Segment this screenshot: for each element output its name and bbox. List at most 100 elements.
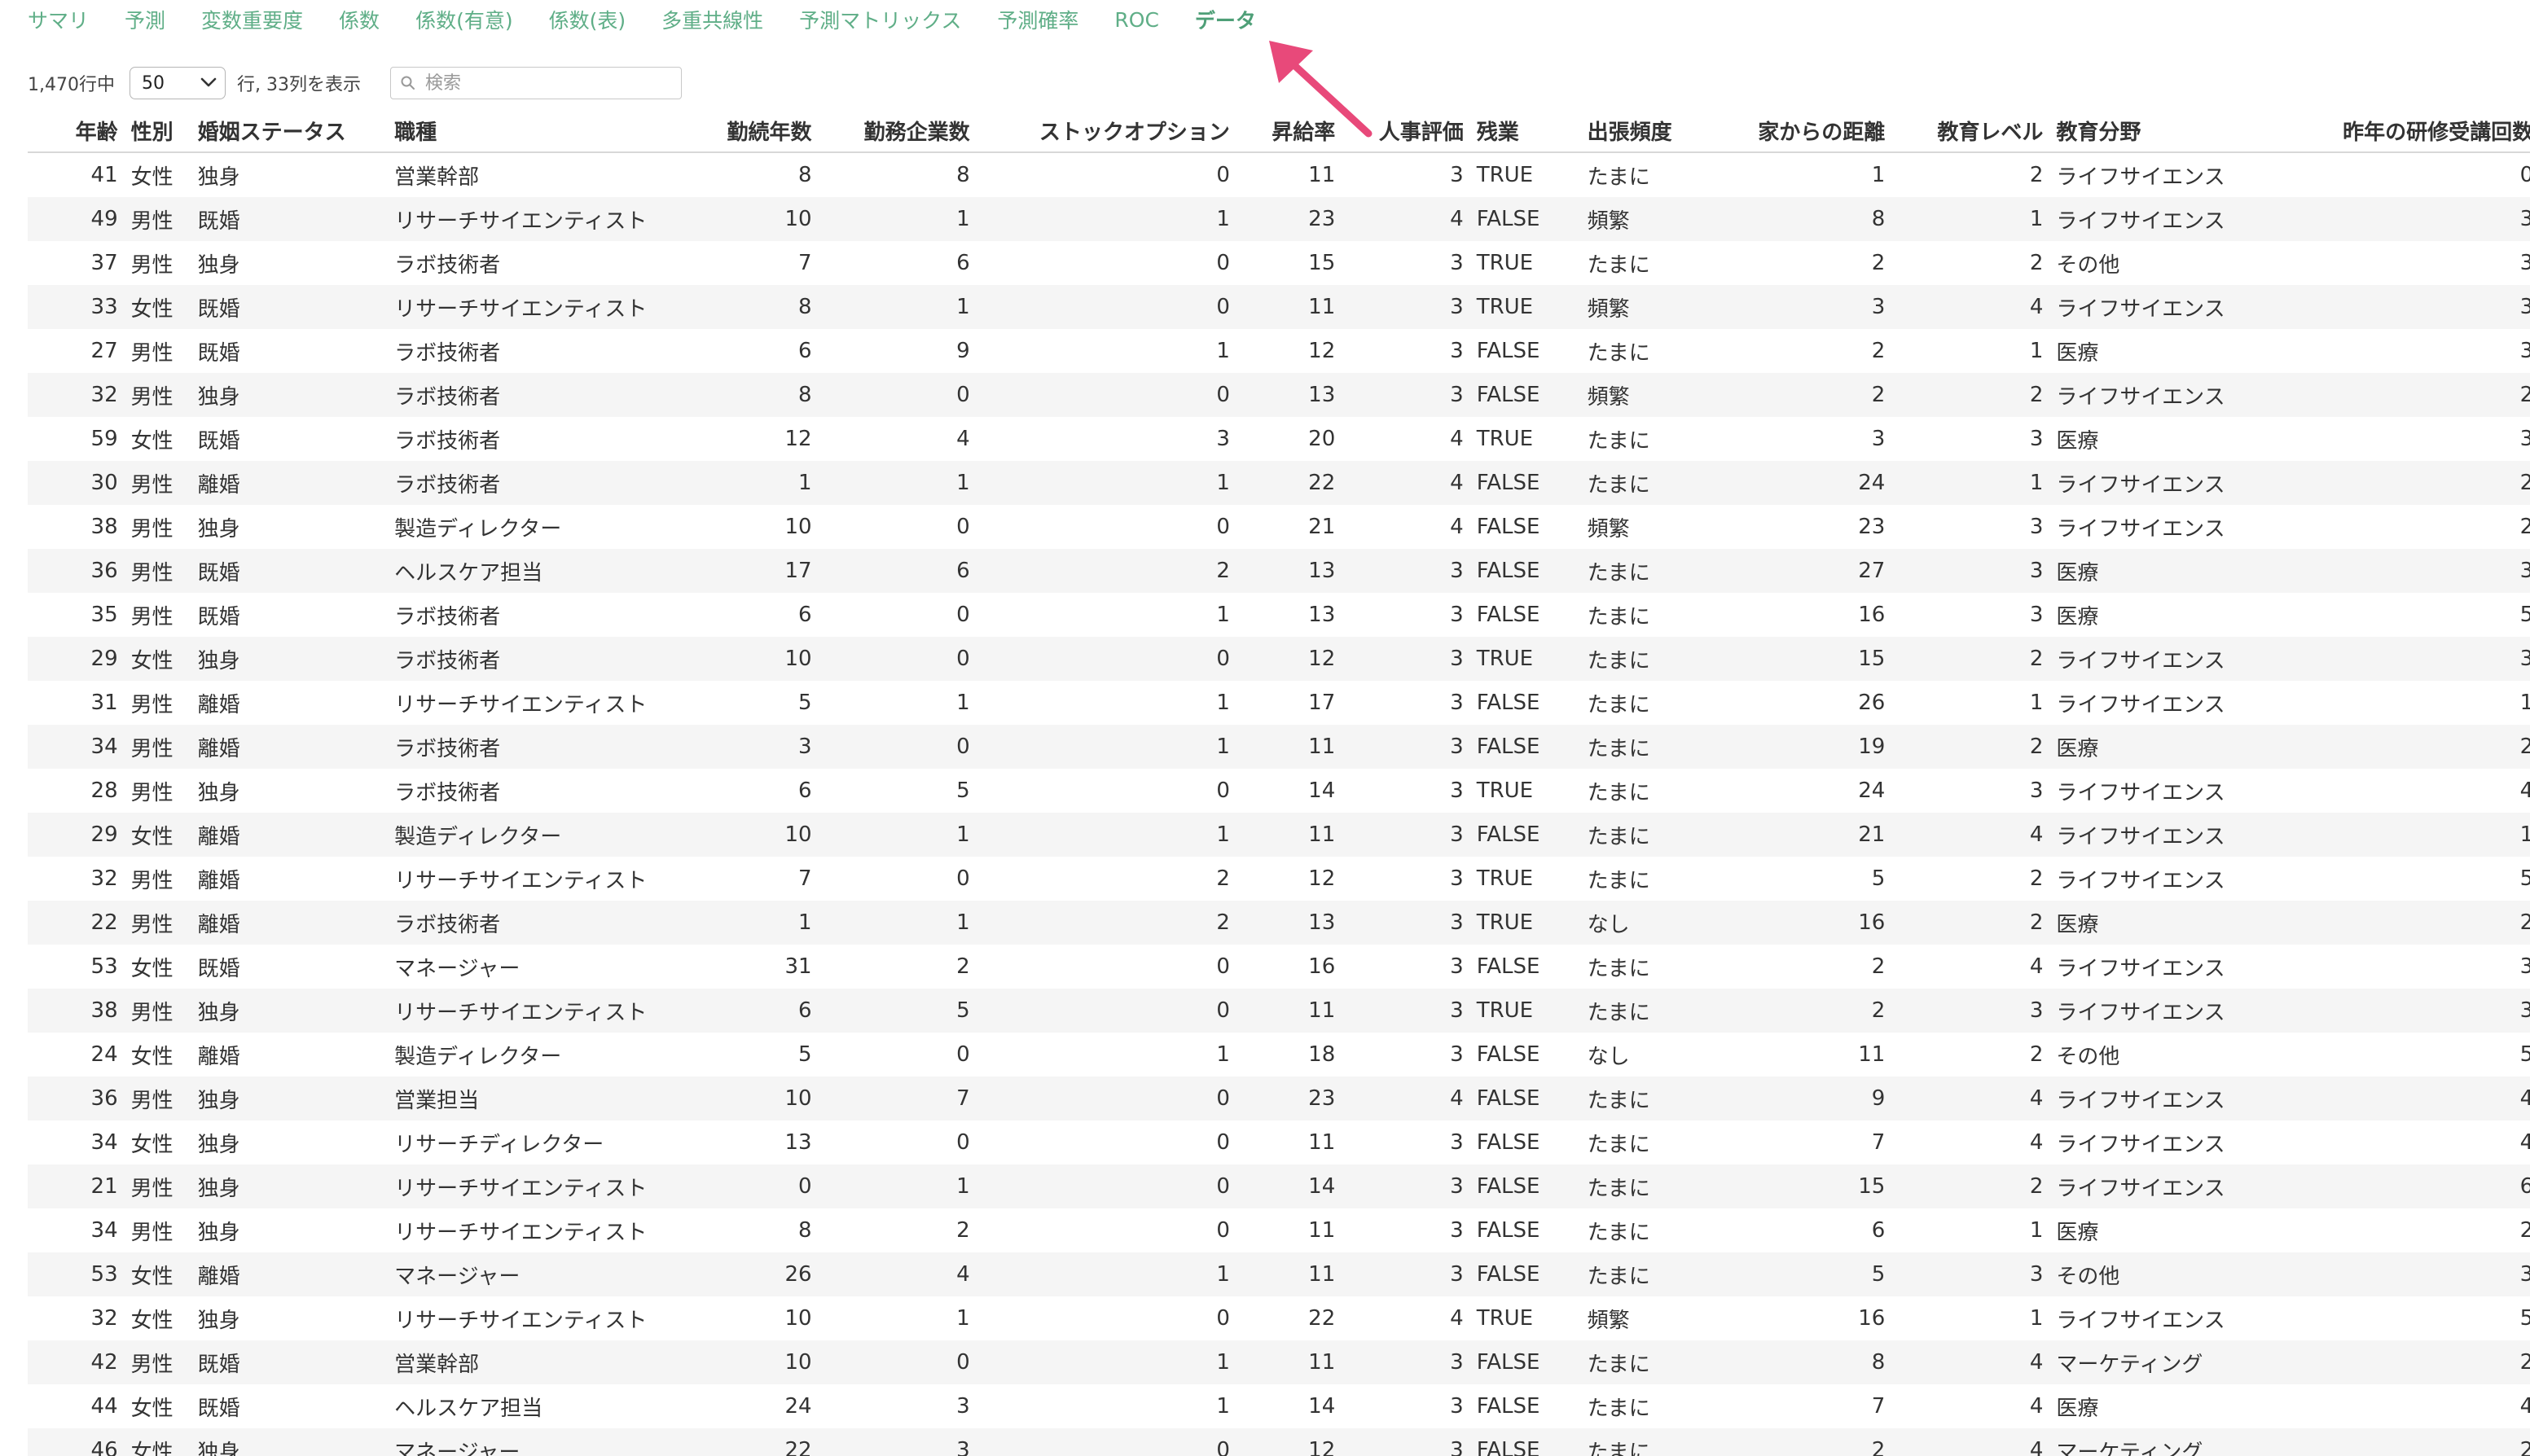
column-header[interactable]: 年齢 <box>28 109 125 153</box>
column-header[interactable]: 昨年の研修受講回数 <box>2282 109 2530 153</box>
table-cell: 49 <box>28 197 125 241</box>
page-size-select[interactable]: 50 <box>129 67 226 99</box>
table-cell: 女性 <box>130 956 173 981</box>
table-cell: FALSE <box>1469 813 1581 857</box>
column-header[interactable]: ストックオプション <box>976 109 1236 153</box>
column-header[interactable]: 勤務企業数 <box>818 109 977 153</box>
table-cell: 1 <box>1216 1394 1230 1419</box>
table-cell: 0 <box>1216 163 1230 187</box>
tab-10[interactable]: データ <box>1195 5 1256 34</box>
table-cell: 3 <box>1450 954 1464 979</box>
search-box[interactable] <box>389 67 682 99</box>
table-cell: 32 <box>90 866 118 891</box>
tab-3[interactable]: 係数 <box>339 5 380 34</box>
table-cell: ラボ技術者 <box>388 373 687 417</box>
tab-8[interactable]: 予測確率 <box>997 5 1078 34</box>
table-cell: 男性 <box>124 989 191 1033</box>
table-cell: 12 <box>784 427 812 451</box>
table-cell: ラボ技術者 <box>394 604 501 629</box>
total-rows-label: 1,470行中 <box>28 75 115 95</box>
table-cell: 2 <box>2282 1340 2530 1384</box>
table-cell: 11 <box>1236 1252 1342 1296</box>
column-header[interactable]: 職種 <box>388 109 687 153</box>
table-cell: TRUE <box>1476 778 1534 803</box>
search-input[interactable] <box>423 72 671 94</box>
column-header[interactable]: 教育レベル <box>1891 109 2050 153</box>
table-cell: FALSE <box>1476 1394 1540 1419</box>
column-header[interactable]: 勤続年数 <box>686 109 819 153</box>
tab-7[interactable]: 予測マトリックス <box>799 5 961 34</box>
table-cell: 44 <box>90 1394 118 1419</box>
table-cell: 11 <box>1308 1218 1336 1243</box>
table-cell: 0 <box>1216 515 1230 539</box>
data-table-container[interactable]: 年齢 性別 婚姻ステータス 職種 勤続年数 勤務企業数 ストックオプション 昇給率 人事評価 残業… <box>28 109 2530 1456</box>
table-cell: 4 <box>2029 1394 2044 1419</box>
table-cell: 離婚 <box>191 901 389 945</box>
table-cell: 男性 <box>124 1164 191 1208</box>
tab-6[interactable]: 多重共線性 <box>661 5 763 34</box>
table-cell: 4 <box>1450 1306 1464 1331</box>
table-row: 22 男性 離婚 ラボ技術者 1 1 2 13 3 TRUE なし 16 2 医療 2 <box>28 901 2530 945</box>
table-cell: 既婚 <box>197 1396 240 1421</box>
tab-9[interactable]: ROC <box>1114 8 1159 32</box>
table-cell: 53 <box>90 954 118 979</box>
column-header[interactable]: 人事評価 <box>1342 109 1470 153</box>
table-cell: ラボ技術者 <box>388 725 687 769</box>
tab-1[interactable]: 予測 <box>125 5 165 34</box>
table-cell: 1 <box>976 1340 1236 1384</box>
tab-5[interactable]: 係数(表) <box>549 5 626 34</box>
column-header[interactable]: 家からの距離 <box>1714 109 1892 153</box>
table-cell: 1 <box>686 901 819 945</box>
table-cell: 27 <box>1714 549 1892 593</box>
table-cell: たまに <box>1587 1220 1650 1245</box>
table-cell: リサーチサイエンティスト <box>388 197 687 241</box>
table-cell: 16 <box>1714 901 1892 945</box>
table-cell: 製造ディレクター <box>388 813 687 857</box>
table-row: 46 女性 独身 マネージャー 22 3 0 12 3 FALSE たまに 2 4 マーケティング 2 <box>28 1428 2530 1456</box>
table-cell: 11 <box>1858 1042 1886 1067</box>
table-cell: FALSE <box>1476 603 1540 627</box>
table-cell: 53 <box>28 1252 125 1296</box>
column-header[interactable]: 昇給率 <box>1236 109 1342 153</box>
table-cell: たまに <box>1580 1428 1715 1456</box>
table-cell: 男性 <box>130 780 173 805</box>
table-cell: FALSE <box>1476 691 1540 715</box>
table-row: 32 女性 独身 リサーチサイエンティスト 10 1 0 22 4 TRUE 頻繁 16 1 ライフサイエ… <box>28 1296 2530 1340</box>
table-row: 31 男性 離婚 リサーチサイエンティスト 5 1 1 17 3 FALSE たまに 26 1 ライフサイ… <box>28 681 2530 725</box>
table-cell: TRUE <box>1469 989 1581 1033</box>
column-header[interactable]: 婚姻ステータス <box>191 109 389 153</box>
table-cell: たまに <box>1580 813 1715 857</box>
table-cell: たまに <box>1580 549 1715 593</box>
table-cell: 0 <box>818 637 977 681</box>
table-cell: 0 <box>976 373 1236 417</box>
table-cell: 独身 <box>197 1220 240 1245</box>
table-cell: 11 <box>1308 163 1336 187</box>
column-header[interactable]: 残業 <box>1469 109 1581 153</box>
table-cell: ラボ技術者 <box>394 428 501 454</box>
column-header[interactable]: 出張頻度 <box>1580 109 1715 153</box>
table-cell: 0 <box>818 725 977 769</box>
table-cell: 2 <box>956 954 970 979</box>
table-cell: 4 <box>1342 1077 1470 1121</box>
table-row: 24 女性 離婚 製造ディレクター 5 0 1 18 3 FALSE なし 11 2 その他 5 <box>28 1033 2530 1077</box>
table-cell: 頻繁 <box>1580 373 1715 417</box>
table-row: 41 女性独身 営業幹部 8 8 0 11 3 TRUE たまに 1 2 ライフサイエンス 0 <box>28 152 2530 197</box>
table-cell: 3 <box>686 725 819 769</box>
table-cell: 15 <box>1308 251 1336 275</box>
column-header[interactable]: 教育分野 <box>2049 109 2282 153</box>
tab-0[interactable]: サマリ <box>28 5 89 34</box>
table-cell: 1 <box>2029 1218 2044 1243</box>
table-cell: 8 <box>798 1218 812 1243</box>
table-cell: 頻繁 <box>1580 285 1715 329</box>
table-cell: マーケティング <box>2049 1428 2282 1456</box>
table-row: 34 男性 離婚 ラボ技術者 3 0 1 11 3 FALSE たまに 19 2 医療 2 <box>28 725 2530 769</box>
tab-4[interactable]: 係数(有意) <box>415 5 513 34</box>
table-cell: FALSE <box>1476 1042 1540 1067</box>
table-cell: 2 <box>2029 866 2044 891</box>
column-header[interactable]: 性別 <box>124 109 191 153</box>
tab-2[interactable]: 変数重要度 <box>201 5 303 34</box>
table-cell: TRUE <box>1476 251 1534 275</box>
table-cell: 独身 <box>197 1132 240 1157</box>
table-cell: FALSE <box>1476 1130 1540 1155</box>
table-cell: 2 <box>1216 866 1230 891</box>
